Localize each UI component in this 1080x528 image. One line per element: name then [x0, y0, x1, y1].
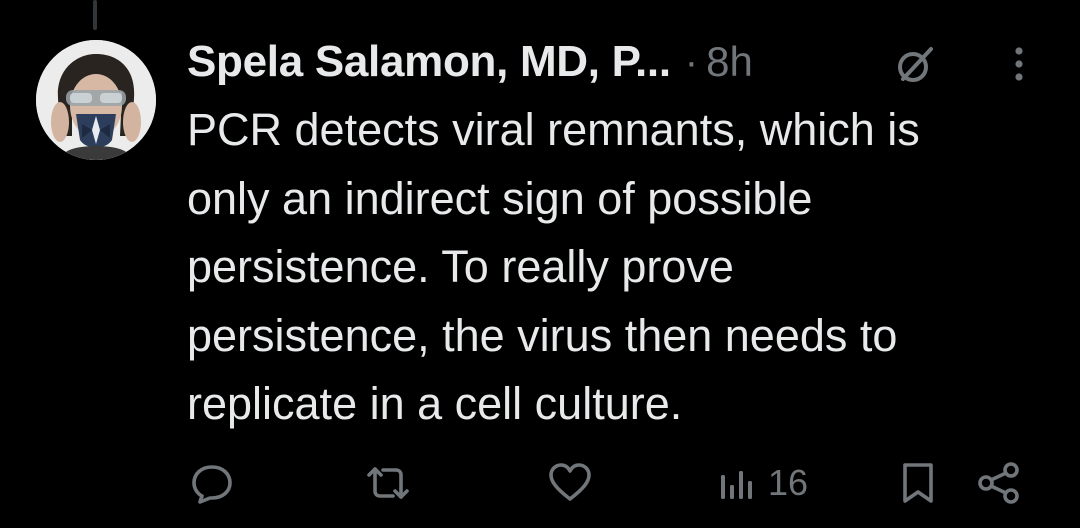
- repost-button[interactable]: [363, 458, 413, 508]
- share-button[interactable]: [975, 458, 1023, 508]
- like-button[interactable]: [547, 458, 593, 508]
- tweet-header: Spela Salamon, MD, P... · 8h: [187, 34, 753, 90]
- speech-bubble-icon: [192, 465, 232, 504]
- avatar[interactable]: [36, 40, 156, 160]
- views-button[interactable]: 16: [718, 458, 808, 508]
- separator-dot: ·: [684, 39, 699, 84]
- share-nodes-icon: [978, 462, 1019, 504]
- thread-connector-line: [93, 0, 97, 30]
- timestamp[interactable]: 8h: [706, 38, 753, 86]
- bookmark-button[interactable]: [898, 458, 938, 508]
- tweet-text: PCR detects viral remnants, which is onl…: [187, 104, 920, 429]
- repost-arrows-icon: [367, 467, 409, 499]
- views-count: 16: [768, 462, 809, 503]
- heart-icon: [549, 463, 591, 501]
- author-name[interactable]: Spela Salamon, MD, P...: [187, 37, 671, 87]
- reply-button[interactable]: [190, 458, 234, 508]
- bookmark-icon: [903, 463, 933, 503]
- grok-icon[interactable]: [893, 43, 937, 87]
- bar-chart-icon: [721, 471, 752, 499]
- more-vertical-icon[interactable]: [1003, 42, 1035, 86]
- avatar-image: [36, 40, 156, 160]
